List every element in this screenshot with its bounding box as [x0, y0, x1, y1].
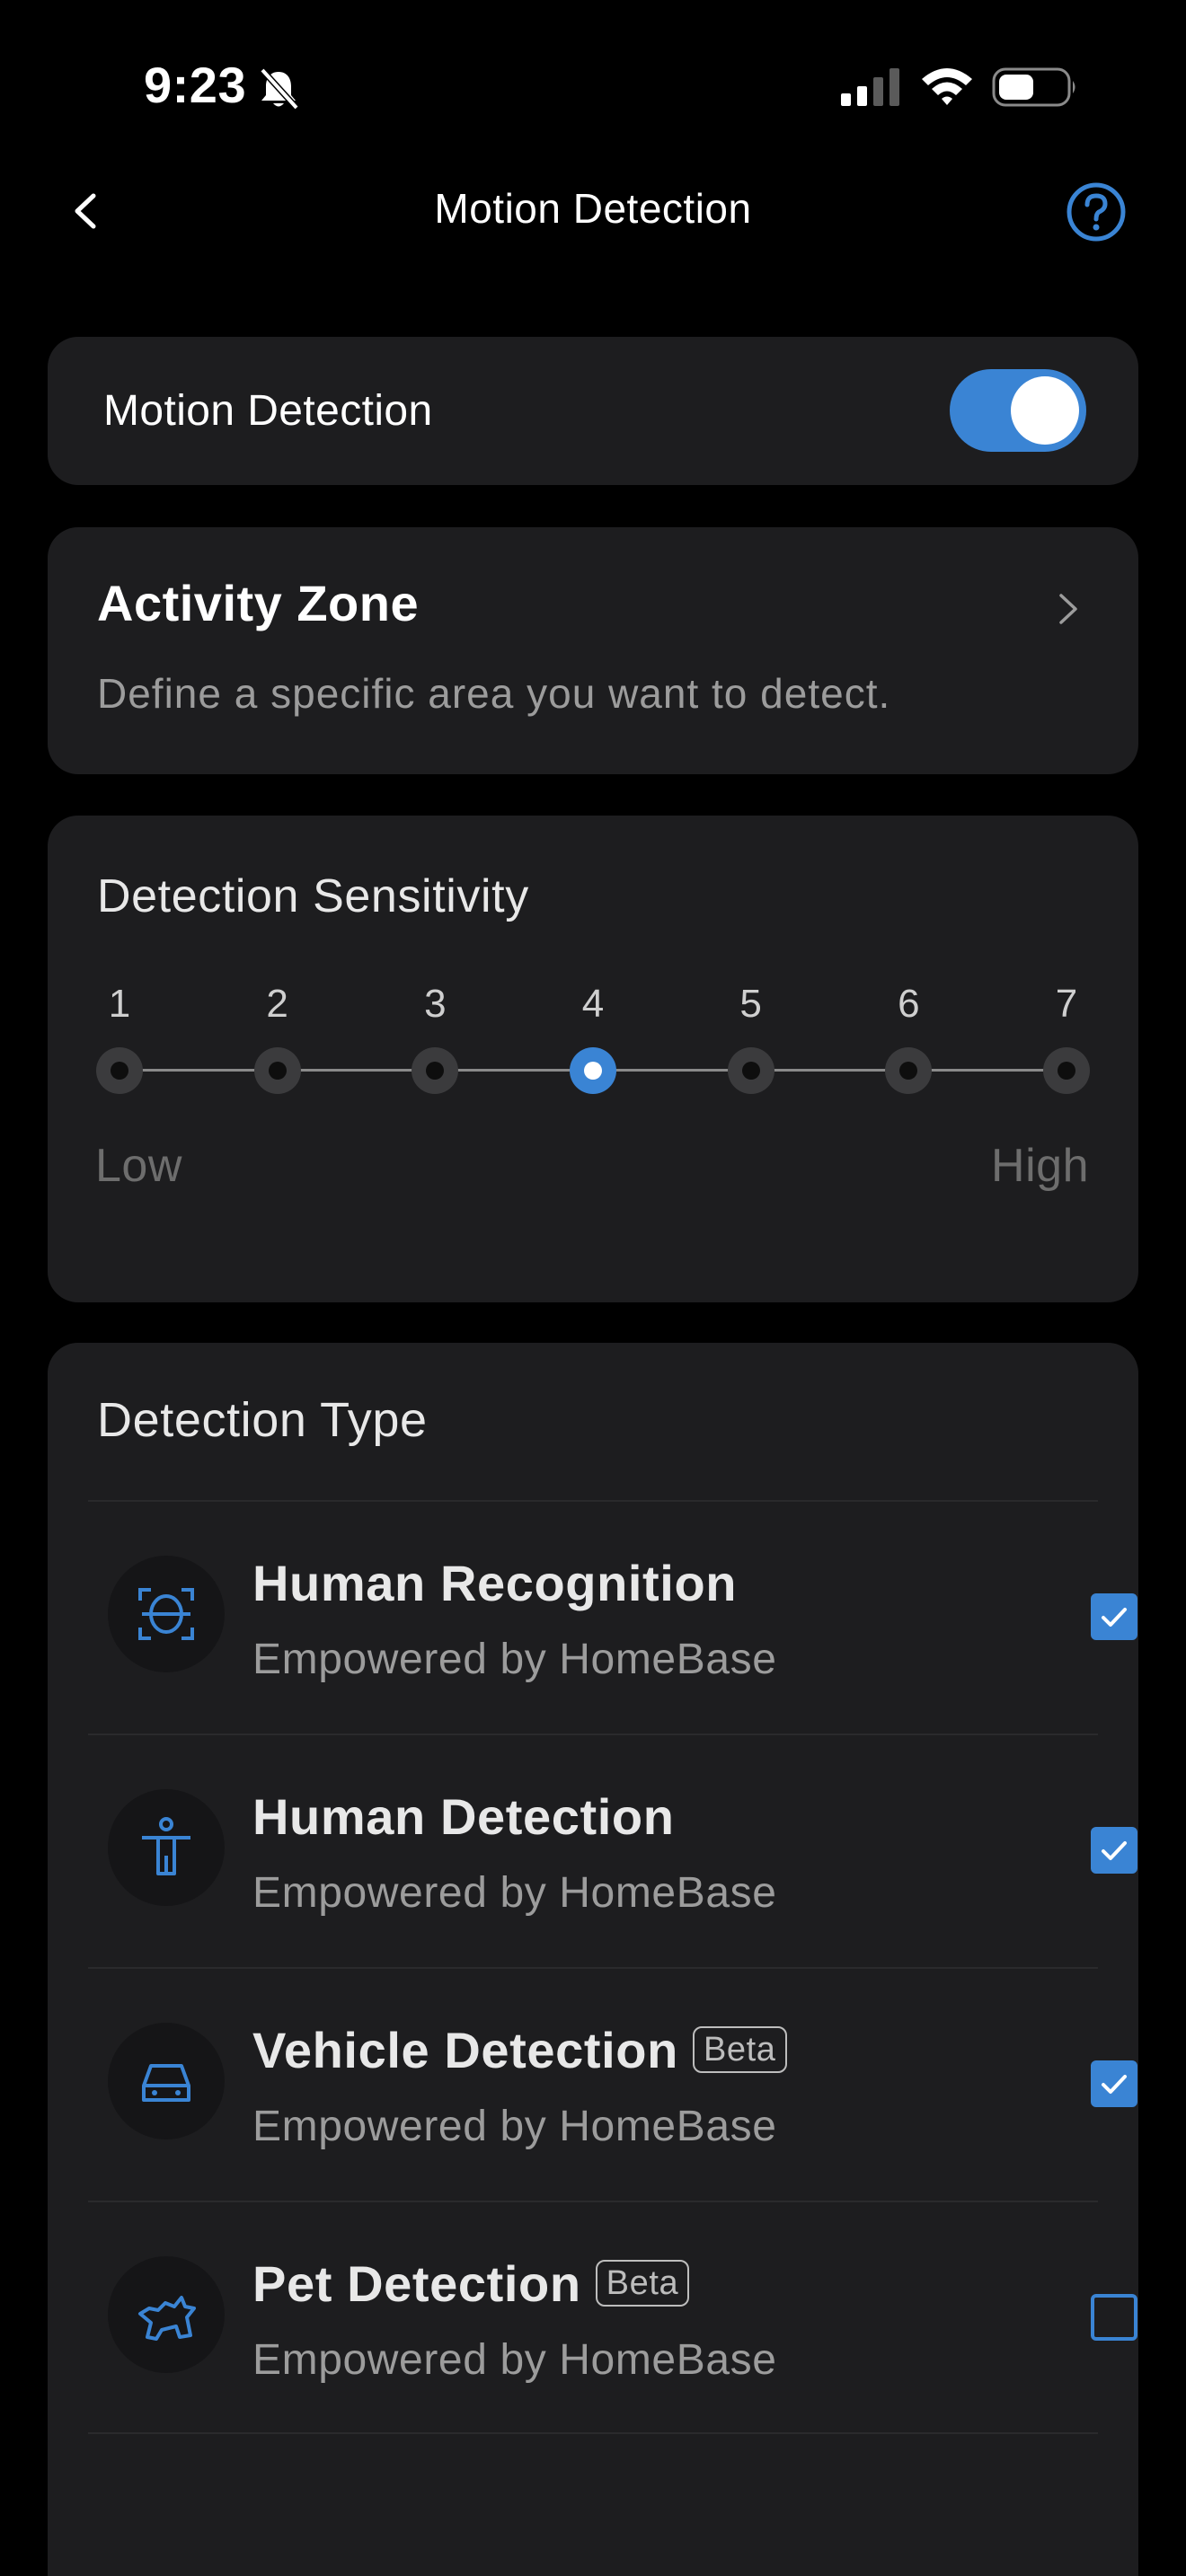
detection-type-title: Detection Type	[97, 1393, 428, 1447]
beta-badge: Beta	[692, 2026, 787, 2074]
sensitivity-level-label: 5	[739, 982, 762, 1026]
detection-sensitivity-card: Detection Sensitivity 1234567 Low High	[48, 816, 1138, 1302]
detection-type-checkbox[interactable]	[1091, 2294, 1137, 2341]
status-time: 9:23	[144, 57, 247, 113]
sensitivity-level-dot[interactable]	[412, 1047, 459, 1094]
detection-type-checkbox[interactable]	[1091, 1827, 1137, 1874]
battery-icon	[992, 67, 1075, 107]
checkmark-icon	[1102, 2075, 1127, 2094]
detection-type-card: Detection Type Human Recognition Empowere…	[48, 1343, 1138, 2576]
sensitivity-high-label: High	[991, 1140, 1089, 1192]
sensitivity-level-dot[interactable]	[885, 1047, 933, 1094]
dog-icon	[108, 2256, 225, 2373]
status-bar: 9:23	[0, 0, 1186, 171]
sensitivity-slider[interactable]: 1 2 3 4 5 6 7	[48, 816, 1138, 1302]
person-icon	[108, 1789, 225, 1906]
detection-type-name-text: Vehicle Detection	[252, 2022, 678, 2078]
detection-type-list: Human Recognition Empowered by HomeBase Hu…	[88, 1500, 1137, 2434]
detection-type-name: Human Detection	[252, 1787, 675, 1846]
sensitivity-level-label: 7	[1055, 982, 1078, 1026]
detection-type-subtitle: Empowered by HomeBase	[252, 1869, 777, 1917]
detection-type-name-text: Human Detection	[252, 1788, 675, 1845]
detection-type-name: Pet Detection Beta	[252, 2254, 690, 2313]
wifi-icon	[922, 68, 972, 105]
checkmark-icon	[1102, 1608, 1127, 1627]
activity-zone-title: Activity Zone	[97, 575, 420, 631]
detection-type-subtitle: Empowered by HomeBase	[252, 2336, 777, 2384]
detection-type-checkbox[interactable]	[1091, 2060, 1137, 2107]
sensitivity-level-label: 4	[581, 982, 605, 1026]
sensitivity-low-label: Low	[95, 1140, 182, 1192]
bell-muted-icon	[260, 67, 299, 110]
detection-type-checkbox[interactable]	[1091, 1593, 1137, 1640]
detection-type-row[interactable]: Human Detection Empowered by HomeBase	[88, 1734, 1137, 1967]
detection-type-name: Vehicle Detection Beta	[252, 2021, 787, 2079]
activity-zone-card[interactable]: Activity Zone Define a specific area you…	[48, 527, 1138, 774]
beta-badge: Beta	[595, 2260, 690, 2307]
detection-type-subtitle: Empowered by HomeBase	[252, 1636, 777, 1683]
sensitivity-level-dot[interactable]	[253, 1047, 301, 1094]
detection-type-row[interactable]: Pet Detection Beta Empowered by HomeBase	[88, 2201, 1137, 2434]
sensitivity-level-dot[interactable]	[96, 1047, 143, 1094]
page-title: Motion Detection	[434, 185, 752, 232]
help-button[interactable]	[1064, 180, 1128, 244]
detection-type-name-text: Pet Detection	[252, 2255, 581, 2312]
checkmark-icon	[1102, 1841, 1127, 1860]
detection-type-subtitle: Empowered by HomeBase	[252, 2103, 777, 2150]
motion-detection-card: Motion Detection	[48, 337, 1138, 485]
motion-detection-screen: 9:23 Motion Detection Motion Detection A…	[0, 0, 1186, 2576]
sensitivity-level-dot[interactable]	[570, 1047, 616, 1094]
sensitivity-level-label: 1	[108, 982, 131, 1026]
detection-type-name: Human Recognition	[252, 1554, 737, 1612]
chevron-right-icon	[1059, 594, 1077, 624]
activity-zone-description: Define a specific area you want to detec…	[97, 670, 891, 717]
car-icon	[108, 2023, 225, 2139]
toggle-knob	[1011, 376, 1079, 445]
sensitivity-level-dot[interactable]	[1043, 1047, 1090, 1094]
face-scan-icon	[108, 1556, 225, 1672]
motion-detection-toggle[interactable]	[950, 369, 1086, 452]
motion-detection-label: Motion Detection	[103, 387, 433, 435]
detection-type-row[interactable]: Vehicle Detection Beta Empowered by HomeBa…	[88, 1967, 1137, 2201]
sensitivity-level-dot[interactable]	[727, 1047, 774, 1094]
detection-type-name-text: Human Recognition	[252, 1555, 738, 1611]
sensitivity-level-label: 6	[898, 982, 920, 1026]
detection-type-row[interactable]: Human Recognition Empowered by HomeBase	[88, 1500, 1137, 1734]
sensitivity-level-label: 3	[424, 982, 447, 1026]
signal-icon	[841, 68, 899, 106]
sensitivity-level-label: 2	[266, 982, 288, 1026]
